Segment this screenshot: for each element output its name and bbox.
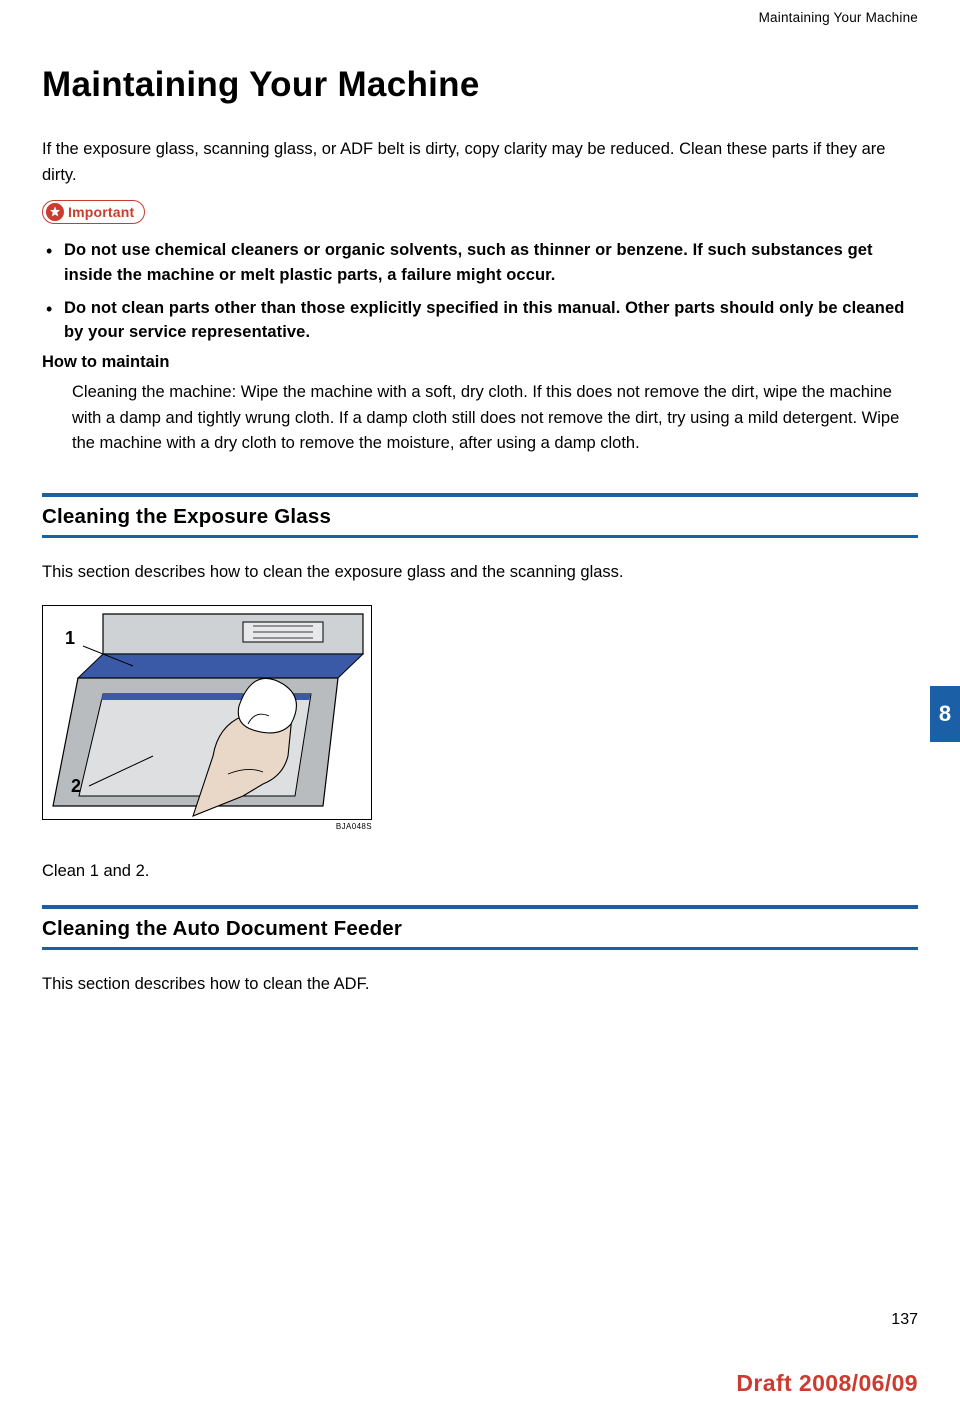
important-badge: Important	[42, 200, 145, 224]
exposure-heading: Cleaning the Exposure Glass	[42, 497, 918, 535]
chapter-tab: 8	[930, 686, 960, 742]
exposure-desc: This section describes how to clean the …	[42, 560, 918, 586]
important-label: Important	[68, 204, 134, 220]
section-adf: Cleaning the Auto Document Feeder	[42, 905, 918, 950]
howto-body: Cleaning the machine: Wipe the machine w…	[42, 380, 918, 457]
adf-heading: Cleaning the Auto Document Feeder	[42, 909, 918, 947]
draft-stamp: Draft 2008/06/09	[736, 1370, 918, 1397]
fig-label-1: 1	[65, 628, 75, 649]
intro-paragraph: If the exposure glass, scanning glass, o…	[42, 137, 918, 188]
figure-id: BJA048S	[42, 820, 372, 831]
section-exposure: Cleaning the Exposure Glass	[42, 493, 918, 538]
howto-heading: How to maintain	[42, 353, 918, 372]
adf-desc: This section describes how to clean the …	[42, 972, 918, 998]
important-item-2: Do not clean parts other than those expl…	[64, 296, 918, 346]
fig-label-2: 2	[71, 776, 81, 797]
exposure-diagram: 1 2	[42, 605, 372, 820]
important-item-1: Do not use chemical cleaners or organic …	[64, 238, 918, 288]
page-number: 137	[891, 1311, 918, 1329]
exposure-caption: Clean 1 and 2.	[42, 859, 918, 885]
running-header: Maintaining Your Machine	[42, 8, 918, 65]
star-icon	[46, 203, 64, 221]
exposure-diagram-wrap: 1 2 BJA048S	[42, 605, 918, 831]
page-title: Maintaining Your Machine	[42, 65, 918, 105]
important-list: Do not use chemical cleaners or organic …	[42, 238, 918, 345]
